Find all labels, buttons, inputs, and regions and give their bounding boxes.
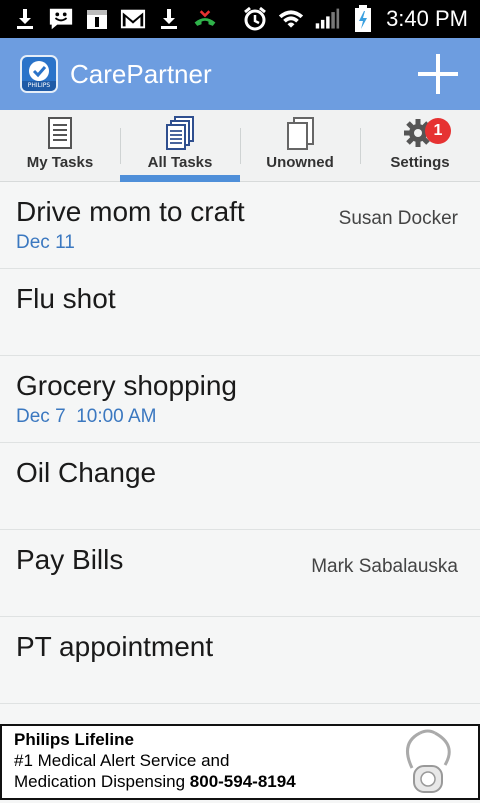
alarm-icon [242, 6, 268, 32]
missed-call-icon [192, 6, 218, 32]
tab-settings[interactable]: 1 Settings [360, 110, 480, 182]
logo-brand-text: PHILIPS [22, 81, 56, 91]
add-task-button[interactable] [418, 54, 458, 94]
tab-label: All Tasks [147, 154, 213, 171]
task-row[interactable]: PT appointment [0, 617, 480, 704]
task-owner: Susan Docker [338, 208, 458, 229]
ad-banner[interactable]: Philips Lifeline #1 Medical Alert Servic… [0, 724, 480, 800]
task-list: Drive mom to craft Susan Docker Dec 11 F… [0, 182, 480, 704]
lifeline-pendant-image [390, 728, 470, 798]
task-row[interactable]: Flu shot [0, 269, 480, 356]
task-title: PT appointment [16, 631, 214, 662]
settings-notification-badge: 1 [425, 118, 451, 144]
tab-label: My Tasks [26, 154, 94, 171]
app-bar: PHILIPS CarePartner [0, 38, 480, 110]
download-icon [12, 6, 38, 32]
stacked-documents-icon [163, 116, 197, 150]
calendar-icon [84, 6, 110, 32]
smiley-message-icon [48, 6, 74, 32]
task-date: Dec 11 [16, 232, 75, 253]
task-row[interactable]: Drive mom to craft Susan Docker Dec 11 [0, 182, 480, 269]
tab-bar: My Tasks All Tasks Unowned 1 Settings [0, 110, 480, 182]
ad-line-2-text: Medication Dispensing [14, 772, 186, 791]
carepartner-logo: PHILIPS [20, 55, 58, 93]
double-document-icon [283, 116, 317, 150]
system-icons: 3:40 PM [242, 5, 480, 32]
battery-charging-icon [350, 5, 376, 32]
status-bar: 3:40 PM [0, 0, 480, 38]
tab-my-tasks[interactable]: My Tasks [0, 110, 120, 182]
tab-label: Unowned [266, 154, 334, 171]
tab-all-tasks[interactable]: All Tasks [120, 110, 240, 182]
download-icon [156, 6, 182, 32]
signal-icon [314, 6, 340, 32]
task-row[interactable]: Grocery shopping Dec 7 10:00 AM [0, 356, 480, 443]
active-tab-indicator [120, 175, 240, 182]
task-row[interactable]: Oil Change [0, 443, 480, 530]
task-row[interactable]: Pay Bills Mark Sabalauska [0, 530, 480, 617]
gear-icon: 1 [403, 116, 451, 150]
notification-icons [0, 6, 218, 32]
gmail-icon [120, 6, 146, 32]
task-title: Oil Change [16, 457, 157, 488]
task-title: Flu shot [16, 283, 116, 314]
tab-unowned[interactable]: Unowned [240, 110, 360, 182]
single-document-icon [43, 116, 77, 150]
tab-label: Settings [390, 154, 450, 171]
clock: 3:40 PM [386, 6, 468, 31]
wifi-icon [278, 6, 304, 32]
task-date: Dec 7 10:00 AM [16, 406, 157, 427]
ad-phone-number: 800-594-8194 [189, 772, 296, 791]
app-title: CarePartner [70, 58, 212, 89]
task-owner: Mark Sabalauska [311, 556, 458, 577]
task-title: Grocery shopping [16, 370, 238, 401]
